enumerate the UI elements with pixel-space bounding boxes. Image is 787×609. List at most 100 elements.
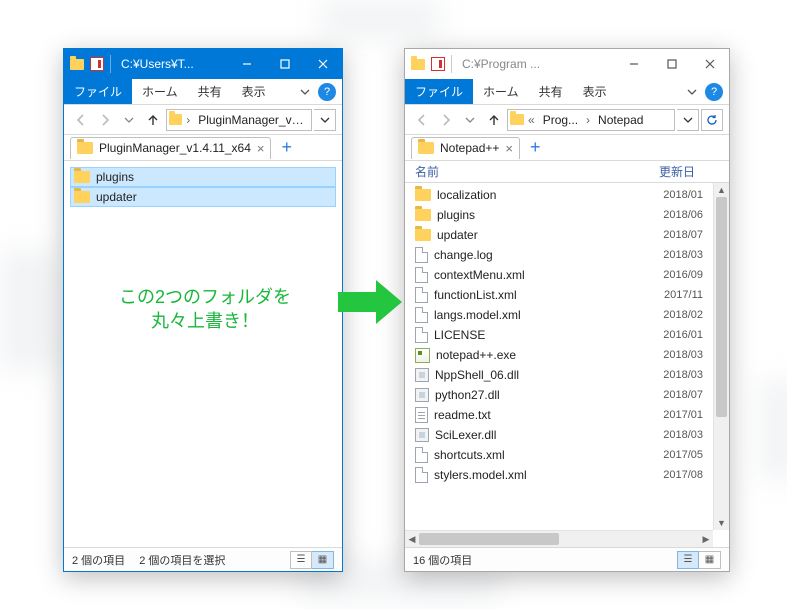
tab-close-icon[interactable]: × xyxy=(257,141,265,156)
tab-close-icon[interactable]: × xyxy=(505,141,513,156)
item-date: 2017/08 xyxy=(655,469,703,481)
chevron-right-icon[interactable]: › xyxy=(184,113,192,127)
nav-back-button[interactable] xyxy=(70,109,92,131)
breadcrumb[interactable]: Prog... xyxy=(539,113,582,127)
overflow-chevron-icon[interactable]: « xyxy=(526,113,537,127)
navbar: « Prog... › Notepad xyxy=(405,105,729,135)
ribbon-tab-view[interactable]: 表示 xyxy=(232,79,276,104)
minimize-button[interactable] xyxy=(228,49,266,79)
folder-tab-label: PluginManager_v1.4.11_x64 xyxy=(99,141,251,155)
folder-tab[interactable]: Notepad++ × xyxy=(411,137,520,159)
address-bar[interactable]: « Prog... › Notepad xyxy=(507,109,675,131)
list-item[interactable]: plugins xyxy=(70,167,336,187)
list-item[interactable]: python27.dll2018/07 xyxy=(405,385,713,405)
folder-icon xyxy=(74,171,90,183)
list-item[interactable]: LICENSE2016/01 xyxy=(405,325,713,345)
ribbon-tab-share[interactable]: 共有 xyxy=(529,79,573,104)
scroll-right-icon[interactable]: ▶ xyxy=(699,531,713,547)
titlebar[interactable]: C:¥Program ... xyxy=(405,49,729,79)
ribbon-expand-icon[interactable] xyxy=(294,79,316,104)
file-list[interactable]: localization2018/01plugins2018/06updater… xyxy=(405,183,729,547)
view-details-button[interactable]: ☰ xyxy=(677,551,699,569)
titlebar[interactable]: C:¥Users¥T... xyxy=(64,49,342,79)
list-item[interactable]: langs.model.xml2018/02 xyxy=(405,305,713,325)
new-tab-button[interactable]: + xyxy=(277,137,296,158)
file-icon xyxy=(415,467,428,483)
list-item[interactable]: NppShell_06.dll2018/03 xyxy=(405,365,713,385)
nav-forward-button[interactable] xyxy=(435,109,457,131)
list-item[interactable]: updater2018/07 xyxy=(405,225,713,245)
statusbar: 2 個の項目 2 個の項目を選択 ☰ ▦ xyxy=(64,547,342,571)
list-item[interactable]: notepad++.exe2018/03 xyxy=(405,345,713,365)
breadcrumb[interactable]: PluginManager_v1.... xyxy=(194,113,309,127)
address-bar[interactable]: › PluginManager_v1.... xyxy=(166,109,312,131)
ribbon-tab-share[interactable]: 共有 xyxy=(188,79,232,104)
ribbon-expand-icon[interactable] xyxy=(681,79,703,104)
arrow-icon xyxy=(338,280,404,324)
scroll-up-icon[interactable]: ▲ xyxy=(714,183,729,197)
list-item[interactable]: functionList.xml2017/11 xyxy=(405,285,713,305)
view-details-button[interactable]: ☰ xyxy=(290,551,312,569)
dll-icon xyxy=(415,428,429,442)
item-name: contextMenu.xml xyxy=(434,268,649,282)
horizontal-scrollbar[interactable]: ◀ ▶ xyxy=(405,530,713,547)
address-dropdown-button[interactable] xyxy=(314,109,336,131)
nav-forward-button[interactable] xyxy=(94,109,116,131)
ribbon-tab-file[interactable]: ファイル xyxy=(405,79,473,104)
list-item[interactable]: readme.txt2017/01 xyxy=(405,405,713,425)
file-icon xyxy=(415,247,428,263)
refresh-button[interactable] xyxy=(701,109,723,131)
column-date[interactable]: 更新日 xyxy=(659,163,719,180)
folder-tabstrip: Notepad++ × + xyxy=(405,135,729,161)
item-date: 2016/01 xyxy=(655,329,703,341)
close-button[interactable] xyxy=(304,49,342,79)
annotation-text: この2つのフォルダを 丸々上書き！ xyxy=(105,285,305,334)
scroll-down-icon[interactable]: ▼ xyxy=(714,516,729,530)
folder-tab[interactable]: PluginManager_v1.4.11_x64 × xyxy=(70,137,271,159)
nav-back-button[interactable] xyxy=(411,109,433,131)
help-button[interactable]: ? xyxy=(705,83,723,101)
nav-history-button[interactable] xyxy=(118,109,140,131)
column-name[interactable]: 名前 xyxy=(415,163,659,180)
list-item[interactable]: localization2018/01 xyxy=(405,185,713,205)
ribbon-tab-home[interactable]: ホーム xyxy=(473,79,529,104)
minimize-button[interactable] xyxy=(615,49,653,79)
list-item[interactable]: plugins2018/06 xyxy=(405,205,713,225)
item-date: 2017/05 xyxy=(655,449,703,461)
breadcrumb[interactable]: Notepad xyxy=(594,113,647,127)
list-item[interactable]: stylers.model.xml2017/08 xyxy=(405,465,713,485)
file-icon xyxy=(415,327,428,343)
nav-up-button[interactable] xyxy=(483,109,505,131)
help-button[interactable]: ? xyxy=(318,83,336,101)
list-item[interactable]: SciLexer.dll2018/03 xyxy=(405,425,713,445)
maximize-button[interactable] xyxy=(653,49,691,79)
item-name: NppShell_06.dll xyxy=(435,368,649,382)
item-name: localization xyxy=(437,188,649,202)
scroll-thumb[interactable] xyxy=(716,197,727,417)
close-button[interactable] xyxy=(691,49,729,79)
ribbon-tab-home[interactable]: ホーム xyxy=(132,79,188,104)
column-headers[interactable]: 名前 更新日 xyxy=(405,161,729,183)
item-date: 2018/03 xyxy=(655,349,703,361)
list-item[interactable]: change.log2018/03 xyxy=(405,245,713,265)
view-icons-button[interactable]: ▦ xyxy=(699,551,721,569)
folder-tab-label: Notepad++ xyxy=(440,141,499,155)
list-item[interactable]: shortcuts.xml2017/05 xyxy=(405,445,713,465)
scroll-left-icon[interactable]: ◀ xyxy=(405,531,419,547)
list-item[interactable]: contextMenu.xml2016/09 xyxy=(405,265,713,285)
address-dropdown-button[interactable] xyxy=(677,109,699,131)
view-icons-button[interactable]: ▦ xyxy=(312,551,334,569)
list-item[interactable]: updater xyxy=(70,187,336,207)
nav-up-button[interactable] xyxy=(142,109,164,131)
new-tab-button[interactable]: + xyxy=(526,137,545,158)
scroll-thumb[interactable] xyxy=(419,533,559,545)
file-icon xyxy=(415,307,428,323)
vertical-scrollbar[interactable]: ▲ ▼ xyxy=(713,183,729,530)
chevron-right-icon[interactable]: › xyxy=(584,113,592,127)
status-selection: 2 個の項目を選択 xyxy=(139,552,239,568)
maximize-button[interactable] xyxy=(266,49,304,79)
ribbon-tab-view[interactable]: 表示 xyxy=(573,79,617,104)
ribbon-tab-file[interactable]: ファイル xyxy=(64,79,132,104)
file-list[interactable]: pluginsupdater xyxy=(64,161,342,547)
nav-history-button[interactable] xyxy=(459,109,481,131)
